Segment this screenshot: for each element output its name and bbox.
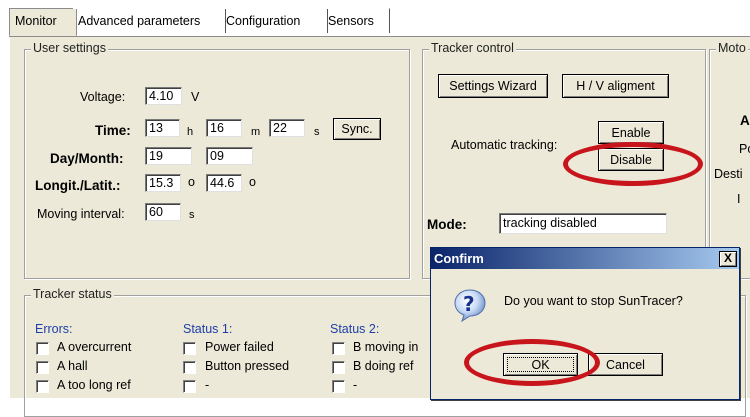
tracker-control-title: Tracker control <box>429 41 516 55</box>
longitude-field[interactable]: 15.3 <box>145 174 181 192</box>
time-label: Time: <box>95 123 131 138</box>
settings-wizard-button[interactable]: Settings Wizard <box>438 74 548 98</box>
moving-interval-unit: s <box>189 209 195 221</box>
motor-group: Moto A Po Desti I <box>709 41 750 279</box>
status-label: B moving in <box>353 340 419 354</box>
status-label: - <box>205 378 210 392</box>
checkbox-button-pressed[interactable] <box>183 361 196 374</box>
status-label: A too long ref <box>57 378 131 392</box>
longit-latit-label: Longit./Latit.: <box>35 178 121 193</box>
time-seconds-field[interactable]: 22 <box>269 119 305 137</box>
tab-advanced-parameters[interactable]: Advanced parameters <box>73 8 226 33</box>
voltage-field[interactable]: 4.10 <box>145 87 182 105</box>
tab-bar: Monitor Advanced parameters Configuratio… <box>9 8 750 37</box>
dialog-title-bar: Confirm X <box>431 248 739 269</box>
enable-button[interactable]: Enable <box>598 121 664 144</box>
automatic-tracking-label: Automatic tracking: <box>451 138 558 152</box>
dialog-message: Do you want to stop SunTracer? <box>504 294 683 308</box>
time-hours-field[interactable]: 13 <box>145 119 180 137</box>
checkbox-a-too-long-ref[interactable] <box>36 380 49 393</box>
question-icon: ? <box>453 288 487 323</box>
status-label: B doing ref <box>353 359 414 373</box>
motor-line-3: Desti <box>714 167 743 181</box>
motor-line-1: A <box>740 113 750 128</box>
status-label: A hall <box>57 359 88 373</box>
user-settings-title: User settings <box>31 41 108 55</box>
checkbox-power-failed[interactable] <box>183 342 196 355</box>
latitude-field[interactable]: 44.6 <box>206 174 242 192</box>
disable-highlight-ring <box>563 142 703 186</box>
time-minutes-unit: m <box>251 126 261 138</box>
mode-label: Mode: <box>427 217 467 232</box>
close-icon[interactable]: X <box>719 251 737 267</box>
tab-sensors[interactable]: Sensors <box>323 8 390 33</box>
tab-configuration[interactable]: Configuration <box>221 8 328 33</box>
day-field[interactable]: 19 <box>145 147 192 165</box>
status-label: A overcurrent <box>57 340 132 354</box>
hv-alignment-button[interactable]: H / V aligment <box>562 74 669 98</box>
longitude-unit: o <box>188 175 195 189</box>
checkbox-status2-3[interactable] <box>332 380 345 393</box>
mode-field[interactable]: tracking disabled <box>499 213 667 234</box>
checkbox-status1-3[interactable] <box>183 380 196 393</box>
month-field[interactable]: 09 <box>206 147 253 165</box>
dialog-title: Confirm <box>434 251 484 266</box>
sync-button[interactable]: Sync. <box>333 118 381 140</box>
time-hours-unit: h <box>187 126 194 138</box>
motor-line-2: Po <box>739 142 750 156</box>
motor-line-4: I <box>737 192 741 206</box>
status-label: Power failed <box>205 340 274 354</box>
errors-header: Errors: <box>35 322 73 336</box>
checkbox-b-doing-ref[interactable] <box>332 361 345 374</box>
time-minutes-field[interactable]: 16 <box>206 119 242 137</box>
checkbox-b-moving-in[interactable] <box>332 342 345 355</box>
moving-interval-field[interactable]: 60 <box>145 203 181 221</box>
time-seconds-unit: s <box>314 126 320 138</box>
status-label: Button pressed <box>205 359 290 373</box>
user-settings-group: User settings Voltage: 4.10 V Time: 13 h… <box>24 41 410 279</box>
status1-header: Status 1: <box>183 322 233 336</box>
ok-highlight-ring <box>464 339 600 386</box>
day-month-label: Day/Month: <box>50 151 124 166</box>
tab-monitor[interactable]: Monitor <box>9 8 77 36</box>
voltage-label: Voltage: <box>80 90 126 104</box>
motor-title: Moto <box>716 41 748 55</box>
checkbox-a-overcurrent[interactable] <box>36 342 49 355</box>
voltage-unit: V <box>191 90 200 104</box>
tracker-status-title: Tracker status <box>31 287 114 301</box>
status-label: - <box>353 378 358 392</box>
latitude-unit: o <box>249 175 256 189</box>
checkbox-a-hall[interactable] <box>36 361 49 374</box>
question-glyph: ? <box>463 292 475 316</box>
moving-interval-label: Moving interval: <box>37 207 125 221</box>
status2-header: Status 2: <box>330 322 380 336</box>
